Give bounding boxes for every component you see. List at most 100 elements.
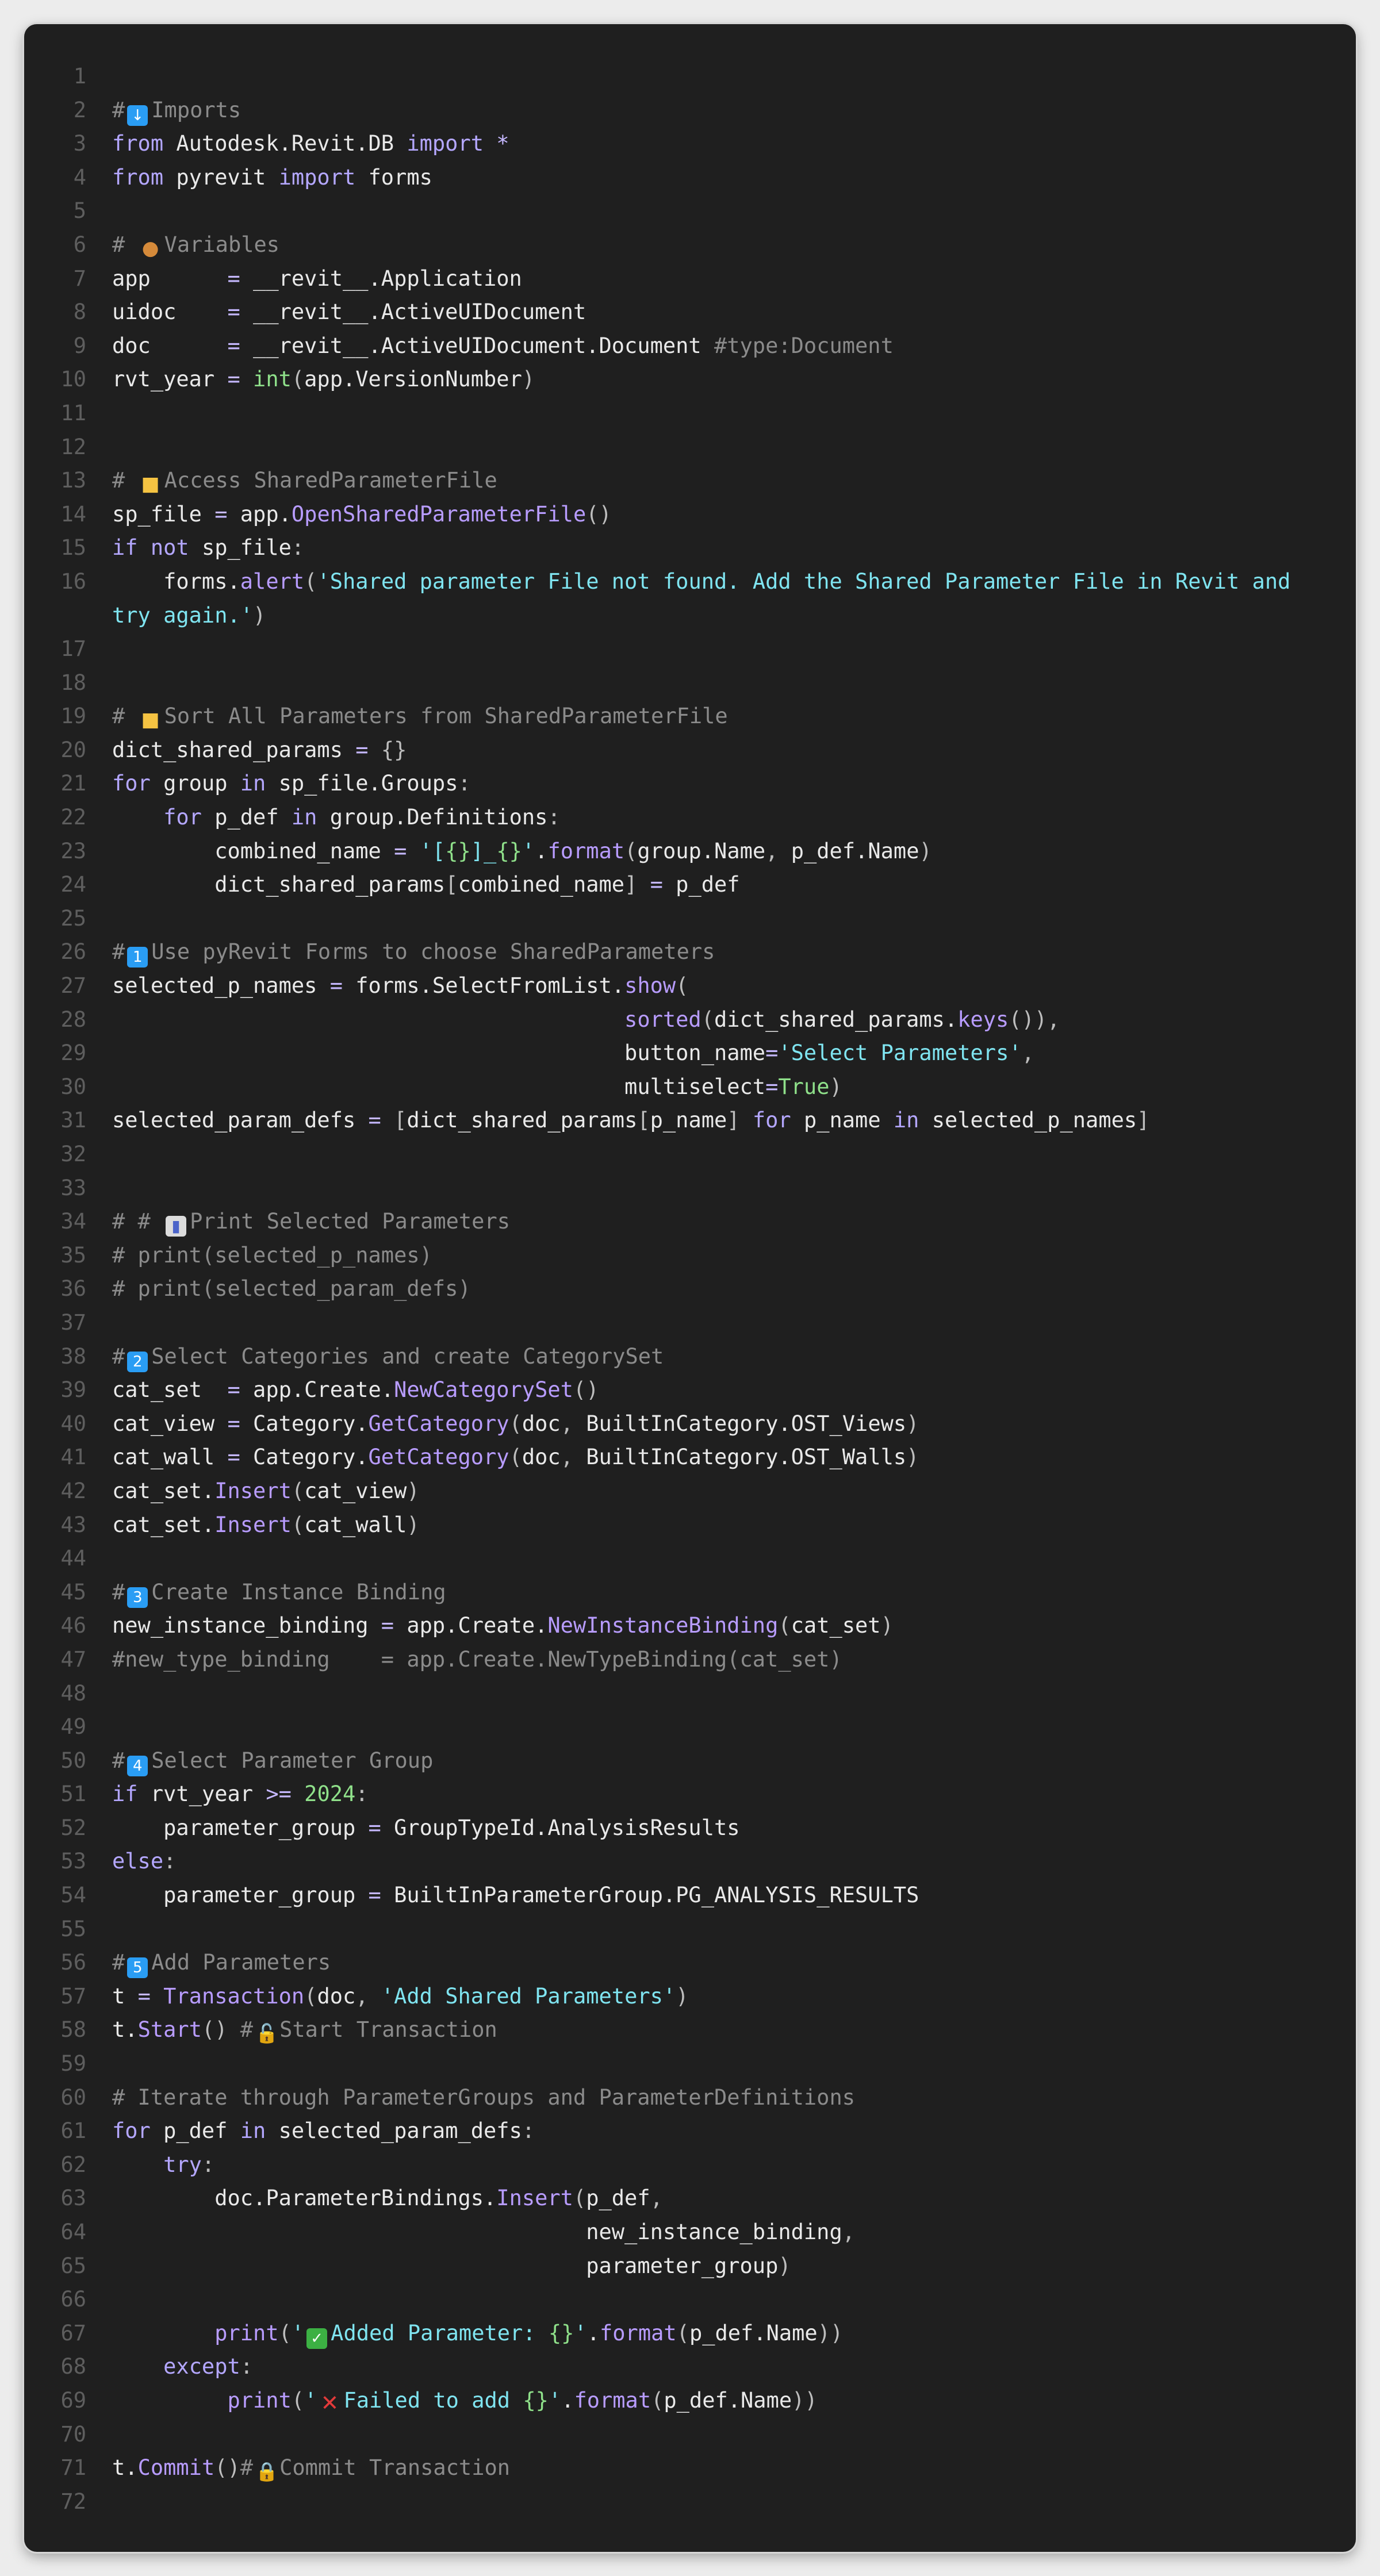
code-line[interactable]: 31 selected_param_defs = [dict_shared_par…: [24, 1104, 1356, 1138]
code-line[interactable]: 22 for p_def in group.Definitions:: [24, 801, 1356, 835]
line-number: 71: [60, 2455, 86, 2481]
line-number: 65: [60, 2253, 86, 2278]
code-line[interactable]: 33: [24, 1172, 1356, 1206]
code-line[interactable]: 54 parameter_group = BuiltInParameterGro…: [24, 1879, 1356, 1913]
keycap-2-icon: 2: [127, 1351, 148, 1372]
code-line[interactable]: 24 dict_shared_params[combined_name] = p…: [24, 868, 1356, 902]
code-line[interactable]: 70: [24, 2418, 1356, 2452]
code-line[interactable]: 71 t.Commit()# 🔒Commit Transaction: [24, 2451, 1356, 2485]
code-line[interactable]: 4 from pyrevit import forms: [24, 161, 1356, 195]
code-line[interactable]: 65 parameter_group): [24, 2249, 1356, 2283]
code-line[interactable]: 15 if not sp_file:: [24, 531, 1356, 565]
code-line[interactable]: 42 cat_set.Insert(cat_view): [24, 1475, 1356, 1508]
line-number: 23: [60, 838, 86, 863]
code-line[interactable]: 72: [24, 2485, 1356, 2519]
code-line[interactable]: 58 t.Start() # 🔓Start Transaction: [24, 2013, 1356, 2047]
code-line[interactable]: 43 cat_set.Insert(cat_wall): [24, 1508, 1356, 1542]
code-editor[interactable]: 1 2 # ↓ Imports 3 from Autodesk.Revit.DB impor…: [24, 60, 1356, 2519]
code-line[interactable]: 41 cat_wall = Category.GetCategory(doc, B…: [24, 1441, 1356, 1475]
line-number: 63: [60, 2186, 86, 2211]
line-source: parameter_group): [112, 2253, 791, 2278]
code-line[interactable]: 47 #new_type_binding = app.Create.NewType…: [24, 1643, 1356, 1677]
code-line[interactable]: 16 forms.alert('Shared parameter File no…: [24, 565, 1356, 632]
code-line[interactable]: 59: [24, 2047, 1356, 2081]
line-number: 27: [60, 973, 86, 999]
code-line[interactable]: 34 # # ▮ Print Selected Parameters: [24, 1205, 1356, 1239]
code-line[interactable]: 25: [24, 902, 1356, 936]
line-number: 6: [73, 232, 86, 257]
code-line[interactable]: 20 dict_shared_params = {}: [24, 734, 1356, 767]
line-number: 44: [60, 1546, 86, 1571]
code-line[interactable]: 32: [24, 1138, 1356, 1172]
code-line[interactable]: 26 #1 Use pyRevit Forms to choose SharedPa…: [24, 935, 1356, 969]
code-line[interactable]: 39 cat_set = app.Create.NewCategorySet(): [24, 1373, 1356, 1407]
code-line[interactable]: 12: [24, 431, 1356, 464]
code-line[interactable]: 48: [24, 1677, 1356, 1711]
line-source: #4 Select Parameter Group: [112, 1744, 1321, 1778]
line-number: 25: [60, 905, 86, 931]
code-line[interactable]: 1: [24, 60, 1356, 94]
code-line[interactable]: 35 # print(selected_p_names): [24, 1239, 1356, 1273]
code-line[interactable]: 30 multiselect=True): [24, 1070, 1356, 1104]
code-line[interactable]: 38 #2 Select Categories and create Categor…: [24, 1340, 1356, 1374]
code-line[interactable]: 53 else:: [24, 1845, 1356, 1879]
line-source: sp_file = app.OpenSharedParameterFile(): [112, 501, 612, 527]
code-line[interactable]: 21 for group in sp_file.Groups:: [24, 767, 1356, 801]
line-source: for p_def in group.Definitions:: [163, 805, 561, 830]
line-number: 48: [60, 1680, 86, 1706]
code-line[interactable]: 3 from Autodesk.Revit.DB import *: [24, 127, 1356, 161]
code-line[interactable]: 11: [24, 397, 1356, 431]
code-line[interactable]: 67 print(' ✓ Added Parameter: {}'.format(p…: [24, 2317, 1356, 2351]
code-line[interactable]: 7 app = __revit__.Application: [24, 262, 1356, 296]
code-line[interactable]: 18: [24, 666, 1356, 700]
code-line[interactable]: 66: [24, 2283, 1356, 2317]
line-number: 20: [60, 737, 86, 762]
line-source: #1 Use pyRevit Forms to choose SharedPara…: [112, 935, 1321, 969]
code-line[interactable]: 14 sp_file = app.OpenSharedParameterFile(…: [24, 498, 1356, 532]
code-line[interactable]: 63 doc.ParameterBindings.Insert(p_def,: [24, 2182, 1356, 2216]
line-source: cat_set.Insert(cat_wall): [112, 1512, 420, 1537]
code-line[interactable]: 56 #5 Add Parameters: [24, 1946, 1356, 1980]
code-line[interactable]: 10 rvt_year = int(app.VersionNumber): [24, 363, 1356, 397]
line-source: t = Transaction(doc, 'Add Shared Paramet…: [112, 1983, 689, 2009]
code-line[interactable]: 51 if rvt_year >= 2024:: [24, 1778, 1356, 1811]
code-line[interactable]: 68 except:: [24, 2350, 1356, 2384]
code-line[interactable]: 57 t = Transaction(doc, 'Add Shared Param…: [24, 1980, 1356, 2014]
code-line[interactable]: 50 #4 Select Parameter Group: [24, 1744, 1356, 1778]
code-line[interactable]: 5: [24, 194, 1356, 228]
code-line[interactable]: 37: [24, 1306, 1356, 1340]
code-line[interactable]: 9 doc = __revit__.ActiveUIDocument.Docume…: [24, 329, 1356, 363]
code-line[interactable]: 19 # ■ Sort All Parameters from SharedPara…: [24, 700, 1356, 734]
code-line[interactable]: 13 # ■ Access SharedParameterFile: [24, 464, 1356, 498]
line-source: doc.ParameterBindings.Insert(p_def,: [112, 2186, 663, 2211]
code-line[interactable]: 29 button_name='Select Parameters',: [24, 1036, 1356, 1070]
code-line[interactable]: 61 for p_def in selected_param_defs:: [24, 2114, 1356, 2148]
code-line[interactable]: 64 new_instance_binding,: [24, 2216, 1356, 2249]
code-line[interactable]: 55: [24, 1913, 1356, 1947]
code-line[interactable]: 60 # Iterate through ParameterGroups and …: [24, 2081, 1356, 2115]
line-source: new_instance_binding = app.Create.NewIns…: [112, 1613, 894, 1638]
line-number: 47: [60, 1646, 86, 1672]
code-line[interactable]: 40 cat_view = Category.GetCategory(doc, B…: [24, 1407, 1356, 1441]
code-line[interactable]: 52 parameter_group = GroupTypeId.Analysi…: [24, 1811, 1356, 1845]
line-source: sorted(dict_shared_params.keys()),: [624, 1007, 1060, 1032]
code-line[interactable]: 62 try:: [24, 2148, 1356, 2182]
line-number: 1: [73, 64, 86, 89]
code-line[interactable]: 36 # print(selected_param_defs): [24, 1272, 1356, 1306]
code-line[interactable]: 44: [24, 1542, 1356, 1576]
code-line[interactable]: 6 # ● Variables: [24, 228, 1356, 262]
line-source: # print(selected_p_names): [112, 1242, 432, 1268]
code-line[interactable]: 8 uidoc = __revit__.ActiveUIDocument: [24, 295, 1356, 329]
line-number: 7: [73, 266, 86, 291]
code-line[interactable]: 27 selected_p_names = forms.SelectFromLis…: [24, 969, 1356, 1003]
code-line[interactable]: 28 sorted(dict_shared_params.keys()),: [24, 1003, 1356, 1037]
line-number: 68: [60, 2354, 86, 2379]
code-line[interactable]: 23 combined_name = '[{}]_{}'.format(grou…: [24, 835, 1356, 869]
code-line[interactable]: 69 print(' ✕ Failed to add {}'.format(p_de…: [24, 2384, 1356, 2418]
code-line[interactable]: 17: [24, 632, 1356, 666]
line-number: 15: [60, 535, 86, 560]
code-line[interactable]: 2 # ↓ Imports: [24, 94, 1356, 128]
code-line[interactable]: 49: [24, 1710, 1356, 1744]
code-line[interactable]: 46 new_instance_binding = app.Create.NewI…: [24, 1609, 1356, 1643]
code-line[interactable]: 45 #3 Create Instance Binding: [24, 1576, 1356, 1610]
